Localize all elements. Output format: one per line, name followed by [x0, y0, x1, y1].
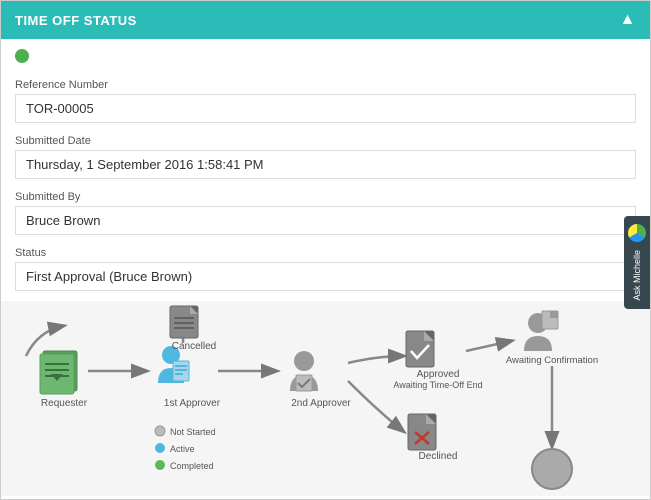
submitted-date-label: Submitted Date: [15, 135, 636, 147]
awaiting-confirmation-label: Awaiting Confirmation: [506, 355, 598, 366]
declined-label: Declined: [419, 451, 458, 462]
submitted-date-value: Thursday, 1 September 2016 1:58:41 PM: [15, 150, 636, 179]
submitted-by-section: Submitted By Bruce Brown: [1, 185, 650, 241]
main-container: TIME OFF STATUS ▲ Reference Number TOR-0…: [0, 0, 651, 500]
michelle-avatar-icon: [628, 224, 646, 242]
status-value: First Approval (Bruce Brown): [15, 262, 636, 291]
cancelled-label: Cancelled: [172, 341, 216, 352]
not-started-legend: Not Started: [170, 427, 216, 437]
submitted-by-value: Bruce Brown: [15, 206, 636, 235]
workflow-svg: Requester: [1, 301, 650, 496]
ask-michelle-button[interactable]: Ask Michelle: [624, 216, 650, 309]
status-section: Status First Approval (Bruce Brown): [1, 241, 650, 297]
active-legend: Active: [170, 444, 195, 454]
ask-michelle-label: Ask Michelle: [632, 250, 642, 301]
time-off-panel: TIME OFF STATUS ▲ Reference Number TOR-0…: [0, 0, 651, 500]
approved-label: Approved: [417, 369, 460, 380]
panel-header: TIME OFF STATUS ▲: [1, 1, 650, 39]
status-indicator: [15, 49, 29, 63]
workflow-diagram: Requester: [1, 301, 650, 496]
completed-legend: Completed: [170, 461, 214, 471]
panel-title: TIME OFF STATUS: [15, 13, 137, 28]
first-approver-label: 1st Approver: [164, 398, 221, 409]
awaiting-timeoff-label: Awaiting Time-Off End: [393, 380, 482, 390]
submitted-date-section: Submitted Date Thursday, 1 September 201…: [1, 129, 650, 185]
reference-value: TOR-00005: [15, 94, 636, 123]
status-label: Status: [15, 247, 636, 259]
submitted-by-label: Submitted By: [15, 191, 636, 203]
collapse-icon[interactable]: ▲: [620, 11, 636, 29]
requester-label: Requester: [41, 398, 88, 409]
reference-label: Reference Number: [15, 79, 636, 91]
second-approver-label: 2nd Approver: [291, 398, 351, 409]
reference-section: Reference Number TOR-00005: [1, 73, 650, 129]
